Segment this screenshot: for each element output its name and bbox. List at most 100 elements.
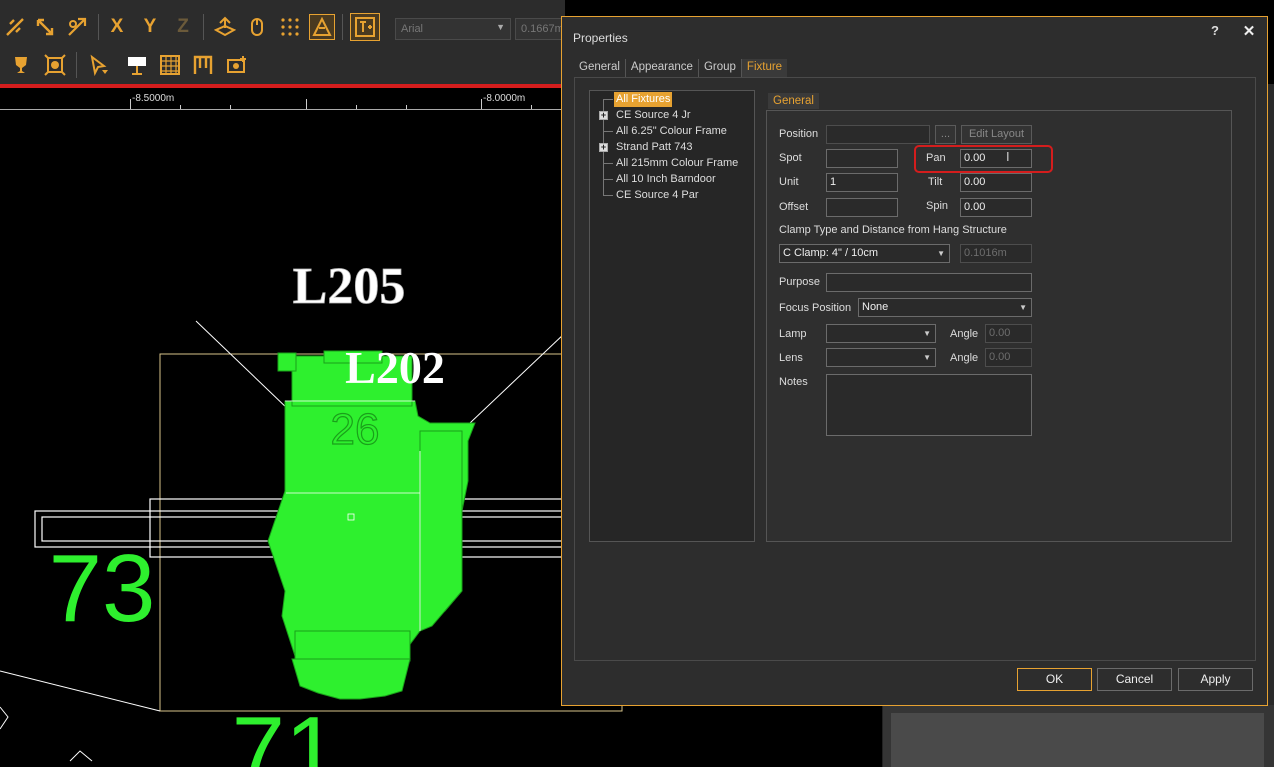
fixture-general-panel: Position ... Edit Layout Spot Pan 0.00 I… xyxy=(766,110,1232,542)
tab-appearance[interactable]: Appearance xyxy=(626,59,699,77)
pan-field[interactable]: 0.00 xyxy=(960,149,1032,168)
chevron-down-icon: ▼ xyxy=(937,249,945,258)
label-primary: L205 xyxy=(293,258,406,315)
clamp-value: C Clamp: 4" / 10cm xyxy=(783,247,878,259)
tab-general[interactable]: General xyxy=(574,59,626,77)
font-name-dropdown[interactable]: Arial ▼ xyxy=(395,18,511,40)
tilt-label: Tilt xyxy=(928,176,943,188)
spot-label: Spot xyxy=(779,152,802,164)
chevron-down-icon: ▼ xyxy=(1019,303,1027,312)
fixture-number: 26 xyxy=(331,405,380,454)
position-field[interactable] xyxy=(826,125,930,144)
mouse-icon[interactable] xyxy=(244,14,270,40)
position-label: Position xyxy=(779,128,819,140)
tree-item[interactable]: All 10 Inch Barndoor xyxy=(614,172,718,187)
focus-position-value: None xyxy=(862,301,889,313)
axis-z-button[interactable]: Z xyxy=(170,14,196,40)
spot-field[interactable] xyxy=(826,149,898,168)
spin-field[interactable]: 0.00 xyxy=(960,198,1032,217)
lens-angle-label: Angle xyxy=(950,352,979,364)
purpose-label: Purpose xyxy=(779,276,820,288)
ruler-label: -8.5000m xyxy=(132,93,175,104)
unit-label: Unit xyxy=(779,176,799,188)
truss-icon[interactable] xyxy=(190,52,216,78)
tree-item-all-fixtures[interactable]: All Fixtures xyxy=(614,92,673,107)
tree-item[interactable]: Strand Patt 743 xyxy=(614,140,694,155)
text-insert-icon[interactable] xyxy=(350,13,380,41)
purpose-field[interactable] xyxy=(826,273,1032,292)
move-tool-icon[interactable] xyxy=(32,14,58,40)
close-icon[interactable]: ✕ xyxy=(1240,22,1258,40)
unit-field[interactable]: 1 xyxy=(826,173,898,192)
channel-number-b: 71 xyxy=(232,697,339,767)
text-cursor-icon: I xyxy=(1006,149,1010,164)
horizontal-ruler: -8.5000m -8.0000m xyxy=(0,84,565,110)
elevation-icon[interactable] xyxy=(212,14,238,40)
main-toolbar: X Y Z Arial ▼ 0.1667m xyxy=(0,0,575,84)
trophy-icon[interactable] xyxy=(8,52,34,78)
fixture-tab-body: All Fixtures + CE Source 4 Jr All 6.25" … xyxy=(574,77,1256,661)
tree-item[interactable]: All 6.25" Colour Frame xyxy=(614,124,729,139)
lamp-angle-field[interactable]: 0.00 xyxy=(985,324,1032,343)
beam-line-left xyxy=(195,320,291,412)
snap-object-icon[interactable] xyxy=(309,14,335,40)
apply-button[interactable]: Apply xyxy=(1178,668,1253,691)
snap-grid-icon[interactable] xyxy=(277,14,303,40)
dialog-title: Properties xyxy=(573,31,628,45)
select-tool-icon[interactable] xyxy=(2,14,28,40)
lamp-angle-label: Angle xyxy=(950,328,979,340)
clamp-distance-field[interactable]: 0.1016m xyxy=(960,244,1032,263)
clamp-label: Clamp Type and Distance from Hang Struct… xyxy=(779,224,1007,236)
position-browse-button[interactable]: ... xyxy=(935,125,956,144)
tilt-field[interactable]: 0.00 xyxy=(960,173,1032,192)
ok-button[interactable]: OK xyxy=(1017,668,1092,691)
projector-screen-icon[interactable] xyxy=(124,52,150,78)
notes-textarea[interactable] xyxy=(826,374,1032,436)
pattern-fill-icon[interactable] xyxy=(157,52,183,78)
label-secondary: L202 xyxy=(345,342,445,393)
font-name-value: Arial xyxy=(401,23,424,35)
chevron-down-icon: ▼ xyxy=(496,22,505,32)
properties-dialog: Properties ? ✕ General Appearance Group … xyxy=(561,16,1268,706)
lamp-dropdown[interactable]: ▼ xyxy=(826,324,936,343)
lens-label: Lens xyxy=(779,352,803,364)
lens-dropdown[interactable]: ▼ xyxy=(826,348,936,367)
rotate-tool-icon[interactable] xyxy=(64,14,90,40)
camera-add-icon[interactable] xyxy=(224,52,250,78)
edit-layout-button[interactable]: Edit Layout xyxy=(961,125,1032,144)
chevron-down-icon: ▼ xyxy=(923,329,931,338)
chevron-down-icon: ▼ xyxy=(923,353,931,362)
axis-x-button[interactable]: X xyxy=(104,14,130,40)
tree-item[interactable]: All 215mm Colour Frame xyxy=(614,156,740,171)
cancel-button[interactable]: Cancel xyxy=(1097,668,1172,691)
focus-position-dropdown[interactable]: None ▼ xyxy=(858,298,1032,317)
fixture-focus-icon[interactable] xyxy=(42,52,68,78)
spin-label: Spin xyxy=(926,200,949,212)
expand-plus-icon[interactable]: + xyxy=(599,143,608,152)
tree-item[interactable]: CE Source 4 Jr xyxy=(614,108,693,123)
expand-plus-icon[interactable]: + xyxy=(599,111,608,120)
tab-fixture-general[interactable]: General xyxy=(768,93,819,109)
tree-item[interactable]: CE Source 4 Par xyxy=(614,188,701,203)
pointer-tool-icon[interactable] xyxy=(86,52,112,78)
corner-mark-2 xyxy=(69,750,93,762)
lamp-label: Lamp xyxy=(779,328,807,340)
offset-field[interactable] xyxy=(826,198,898,217)
fixture-tree[interactable]: All Fixtures + CE Source 4 Jr All 6.25" … xyxy=(589,90,755,542)
notes-label: Notes xyxy=(779,376,808,388)
beam-line-right xyxy=(469,332,566,424)
corner-mark xyxy=(0,706,9,730)
offset-label: Offset xyxy=(779,201,809,213)
lens-angle-field[interactable]: 0.00 xyxy=(985,348,1032,367)
channel-number-a: 73 xyxy=(49,535,156,642)
tab-group[interactable]: Group xyxy=(699,59,742,77)
bottom-docked-panel xyxy=(882,705,1274,767)
axis-y-button[interactable]: Y xyxy=(137,14,163,40)
ruler-highlight xyxy=(0,84,565,88)
tab-fixture[interactable]: Fixture xyxy=(741,59,788,77)
clamp-dropdown[interactable]: C Clamp: 4" / 10cm ▼ xyxy=(779,244,950,263)
fixture-shape xyxy=(267,350,476,700)
help-icon[interactable]: ? xyxy=(1206,23,1224,38)
focus-position-label: Focus Position xyxy=(779,302,852,314)
ruler-label: -8.0000m xyxy=(483,93,526,104)
